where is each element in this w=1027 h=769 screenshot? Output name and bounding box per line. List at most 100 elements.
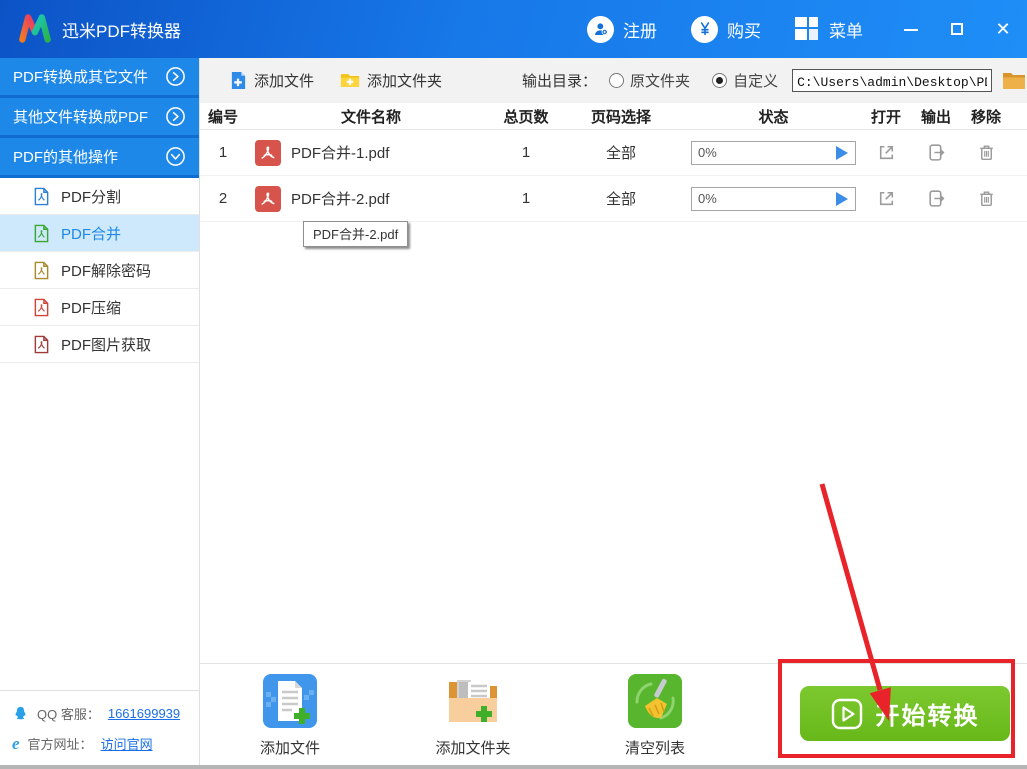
open-output-button[interactable] [911,188,961,209]
remove-row-button[interactable] [961,142,1011,163]
window-controls: ✕ [903,21,1011,37]
sidebar-item-pdf-split[interactable]: PDF分割 [0,178,199,215]
page-count: 1 [496,144,556,161]
status-cell: 0% [686,187,861,211]
page-range[interactable]: 全部 [556,142,686,163]
row-play-icon[interactable] [836,192,848,206]
start-convert-button[interactable]: 开始转换 [800,686,1010,741]
menu-grid-icon [795,17,820,42]
progress-percent: 0% [692,145,717,160]
add-folder-big-label: 添加文件夹 [435,737,510,758]
open-output-button[interactable] [911,142,961,163]
file-list-empty-area [200,222,1027,663]
add-folder-big-icon [444,672,502,730]
browse-folder-button[interactable] [1002,71,1026,90]
export-arrow-icon [926,188,947,209]
open-external-icon [876,142,897,163]
output-dir-label: 输出目录： [522,70,597,91]
add-folder-icon [340,72,360,89]
chevron-right-circle-icon [165,66,186,87]
close-button[interactable]: ✕ [995,21,1011,37]
export-arrow-icon [926,142,947,163]
open-file-button[interactable] [861,188,911,209]
sidebar-item-pdf-extract-images[interactable]: PDF图片获取 [0,326,199,363]
register-label: 注册 [623,17,657,42]
row-number: 1 [200,144,246,161]
file-name: PDF合并-2.pdf [291,188,389,209]
chevron-down-circle-icon [165,146,186,167]
app-logo-icon [16,10,54,48]
open-file-button[interactable] [861,142,911,163]
buy-button[interactable]: 购买 [691,16,761,43]
qq-icon [12,705,29,723]
category-label: PDF转换成其它文件 [13,66,148,87]
play-icon [831,698,863,730]
category-label: 其他文件转换成PDF [13,106,148,127]
sidebar-category-pdf-other-ops[interactable]: PDF的其他操作 [0,138,199,178]
sidebar-item-pdf-compress[interactable]: PDF压缩 [0,289,199,326]
qq-number-link[interactable]: 1661699939 [108,706,180,721]
sidebar-item-pdf-remove-password[interactable]: PDF解除密码 [0,252,199,289]
radio-custom[interactable]: 自定义 [712,70,778,91]
official-site-link[interactable]: 访问官网 [101,734,153,753]
col-header-status: 状态 [686,106,861,127]
add-folder-button[interactable]: 添加文件夹 [340,70,442,91]
pdf-doc-icon [33,298,50,317]
register-button[interactable]: 注册 [587,16,657,43]
main-panel: 添加文件 添加文件夹 输出目录： 原文件夹 自定义 [200,58,1027,769]
buy-label: 购买 [727,17,761,42]
clear-list-broom-icon [627,672,683,730]
menu-button[interactable]: 菜单 [795,17,863,42]
radio-original-folder[interactable]: 原文件夹 [609,70,690,91]
minimize-button[interactable] [903,21,919,37]
file-name-cell[interactable]: PDF合并-1.pdf [246,140,496,166]
titlebar: 迅米PDF转换器 注册 购买 菜单 ✕ [0,0,1027,58]
chevron-right-circle-icon [165,106,186,127]
col-header-pages: 总页数 [496,106,556,127]
pdf-file-icon [255,186,281,212]
file-name-cell[interactable]: PDF合并-2.pdf [246,186,496,212]
sidebar-item-label: PDF图片获取 [61,334,151,355]
category-label: PDF的其他操作 [13,146,118,167]
progress-percent: 0% [692,191,717,206]
top-toolbar: 添加文件 添加文件夹 输出目录： 原文件夹 自定义 [200,58,1027,103]
app-window: 迅米PDF转换器 注册 购买 菜单 ✕ [0,0,1027,769]
add-file-button[interactable]: 添加文件 [230,70,314,91]
sidebar-category-pdf-to-other[interactable]: PDF转换成其它文件 [0,58,199,98]
pdf-file-icon [255,140,281,166]
page-range[interactable]: 全部 [556,188,686,209]
register-user-icon [587,16,614,43]
col-header-filename: 文件名称 [246,106,496,127]
row-play-icon[interactable] [836,146,848,160]
open-external-icon [876,188,897,209]
radio-custom-label: 自定义 [733,70,778,91]
sidebar-footer: QQ 客服： 1661699939 e 官方网址： 访问官网 [0,690,199,769]
pdf-doc-icon [33,261,50,280]
table-header: 编号 文件名称 总页数 页码选择 状态 打开 输出 移除 [200,103,1027,130]
clear-list-button[interactable]: 清空列表 [595,672,715,758]
radio-circle-icon [609,73,624,88]
sidebar-category-other-to-pdf[interactable]: 其他文件转换成PDF [0,98,199,138]
col-header-remove: 移除 [961,106,1011,127]
output-path-input[interactable] [792,69,992,92]
trash-icon [976,142,997,163]
sidebar-item-pdf-merge[interactable]: PDF合并 [0,215,199,252]
radio-circle-icon [712,73,727,88]
app-title: 迅米PDF转换器 [62,17,181,42]
status-cell: 0% [686,141,861,165]
add-file-big-label: 添加文件 [260,737,320,758]
official-site-label: 官方网址： [28,734,93,753]
radio-original-label: 原文件夹 [630,70,690,91]
col-header-open: 打开 [861,106,911,127]
remove-row-button[interactable] [961,188,1011,209]
col-header-output: 输出 [911,106,961,127]
sidebar-item-label: PDF解除密码 [61,260,151,281]
qq-service-label: QQ 客服： [37,704,100,723]
row-number: 2 [200,190,246,207]
add-folder-big-button[interactable]: 添加文件夹 [413,672,533,758]
titlebar-actions: 注册 购买 菜单 ✕ [553,16,1011,43]
add-file-big-button[interactable]: 添加文件 [230,672,350,758]
window-bottom-edge [0,765,1027,769]
add-folder-label: 添加文件夹 [367,70,442,91]
maximize-button[interactable] [949,21,965,37]
